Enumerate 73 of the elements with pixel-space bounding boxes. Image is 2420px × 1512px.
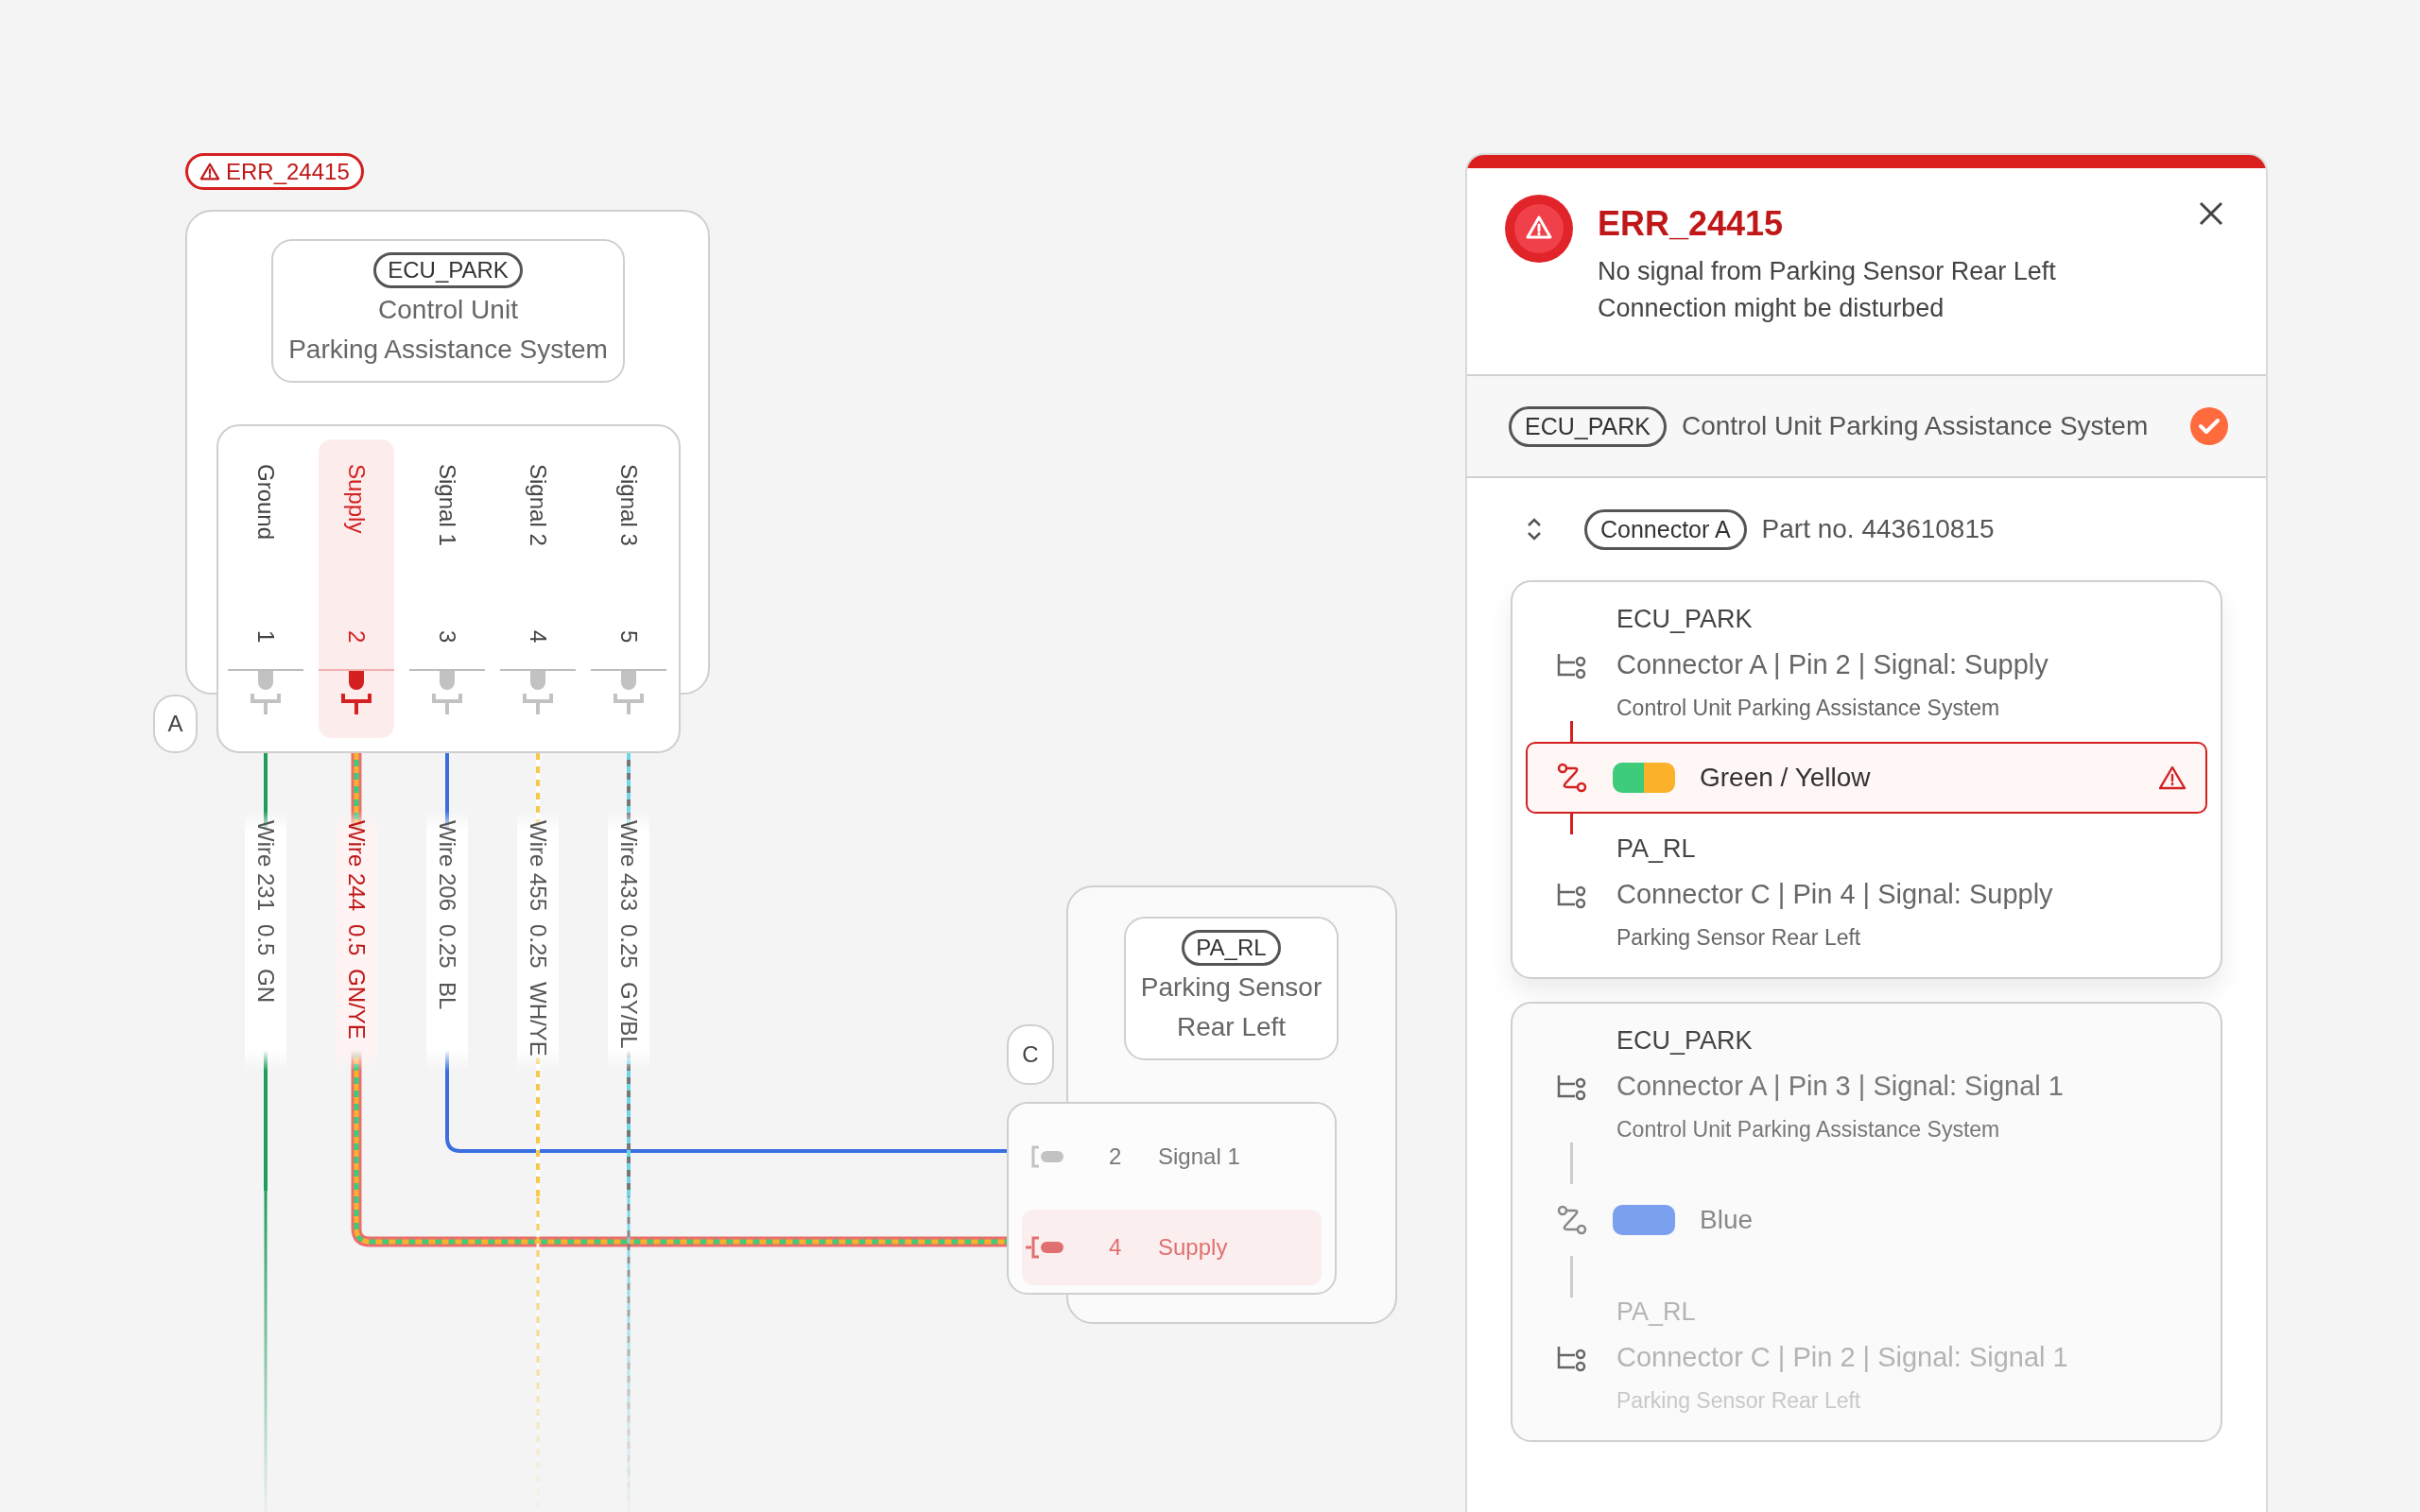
part-number: Part no. 443610815 — [1761, 514, 1995, 544]
pin-row[interactable]: 2 Signal 1 — [1022, 1119, 1322, 1194]
device-code: PA_RL — [1616, 834, 1697, 864]
connection-detail: Connector A | Pin 3 | Signal: Signal 1 — [1616, 1071, 2064, 1102]
close-icon — [2198, 200, 2224, 227]
wire-color-code: BL — [434, 981, 460, 1010]
wire-color-code: WH/YE — [525, 981, 551, 1057]
device-description: Control Unit Parking Assistance System — [1616, 1117, 2001, 1143]
warning-icon — [2158, 765, 2187, 791]
connector-tag: Connector A — [1584, 508, 1747, 550]
component-tag: ECU_PARK — [373, 252, 523, 288]
route-icon — [1556, 1204, 1588, 1236]
error-badge[interactable]: ERR_24415 — [185, 153, 364, 190]
warning-icon — [199, 161, 220, 182]
error-message: Connection might be disturbed — [1598, 293, 1945, 324]
pin-column[interactable]: Signal 3 5 — [591, 439, 666, 738]
wire-color-swatch — [1613, 763, 1675, 793]
wire-color-name: Blue — [1700, 1205, 1754, 1235]
pin-signal-name: Signal 1 — [1158, 1143, 1240, 1170]
wire-gauge: 0.25 — [434, 924, 460, 969]
route-icon — [1556, 762, 1588, 794]
wire-color-code: GN/YE — [343, 969, 370, 1040]
device-code: ECU_PARK — [1616, 605, 1754, 634]
wire-name: Wire 244 — [343, 820, 370, 912]
component-name: Parking Sensor — [1140, 971, 1322, 1004]
device-description: Control Unit Parking Assistance System — [1616, 696, 2001, 721]
pin-plug-icon — [430, 671, 464, 715]
wire-gauge: 0.25 — [615, 924, 642, 969]
connection-card[interactable]: ECU_PARK Connector A | Pin 2 | Signal: Supply Control Unit Parking Assistance System Green / Yellow PA_RL Connector C | Pin 4 | Signal: Supply Parking Sensor Rear Left — [1511, 580, 2222, 979]
device-code: ECU_PARK — [1616, 1026, 1754, 1056]
pin-column[interactable]: Ground 1 — [228, 439, 303, 738]
device-code: PA_RL — [1616, 1297, 1697, 1327]
pin-plug-icon — [612, 671, 646, 715]
pin-plug-icon — [339, 671, 373, 715]
chevron-up-down-icon — [1526, 517, 1543, 541]
wire-color-code: GN — [252, 969, 279, 1004]
wire-gauge: 0.5 — [252, 924, 279, 956]
connector-label: A — [153, 695, 198, 753]
wire-gauge: 0.25 — [525, 924, 551, 969]
wire-name: Wire 206 — [434, 820, 460, 912]
wire-gauge: 0.5 — [343, 924, 370, 956]
wire-name: Wire 231 — [252, 820, 279, 912]
component-tag: PA_RL — [1182, 930, 1281, 966]
device-description: Parking Sensor Rear Left — [1616, 925, 1862, 951]
pin-signal-name: Supply — [1158, 1234, 1228, 1261]
alert-icon — [1505, 195, 1573, 263]
pin-column[interactable]: Signal 2 4 — [500, 439, 576, 738]
pin-column[interactable]: Supply 2 — [319, 439, 394, 738]
wire-name: Wire 455 — [525, 820, 551, 912]
pin-plug-icon — [521, 671, 555, 715]
pin-number: 4 — [1109, 1234, 1123, 1261]
component-name: Control Unit Parking Assistance System — [1681, 411, 2150, 441]
pin-number: 2 — [1109, 1143, 1123, 1170]
pin-column[interactable]: Signal 1 3 — [409, 439, 485, 738]
wire-name: Wire 433 — [615, 820, 642, 912]
faulty-wire-row[interactable]: Green / Yellow — [1526, 742, 2207, 814]
connection-detail: Connector C | Pin 2 | Signal: Signal 1 — [1616, 1342, 2068, 1373]
component-name: Rear Left — [1176, 1011, 1287, 1043]
wire-color-name: Green / Yellow — [1700, 763, 1872, 793]
component-name: Parking Assistance System — [288, 334, 608, 366]
error-title: ERR_24415 — [1598, 204, 1785, 244]
component-tag: ECU_PARK — [1509, 405, 1667, 447]
connector-label: C — [1007, 1024, 1054, 1085]
wire-color-code: GY/BL — [615, 981, 642, 1049]
component-name: Control Unit — [378, 294, 518, 326]
error-message: No signal from Parking Sensor Rear Left — [1598, 256, 2057, 287]
component-node[interactable]: ECU_PARK Control Unit Parking Assistance System A Ground 1 Supply 2 Signal 1 3 Signal 2 4 Signal 3 5 — [153, 210, 710, 753]
component-node[interactable]: PA_RL Parking Sensor Rear Left C 2 Signal 1 4 Supply — [1007, 885, 1397, 1324]
wire-color-swatch — [1613, 1205, 1675, 1235]
pin-plug-icon — [249, 671, 283, 715]
pin-socket-icon — [1026, 1235, 1065, 1260]
connection-detail: Connector A | Pin 2 | Signal: Supply — [1616, 649, 2048, 680]
connection-detail: Connector C | Pin 4 | Signal: Supply — [1616, 879, 2053, 910]
